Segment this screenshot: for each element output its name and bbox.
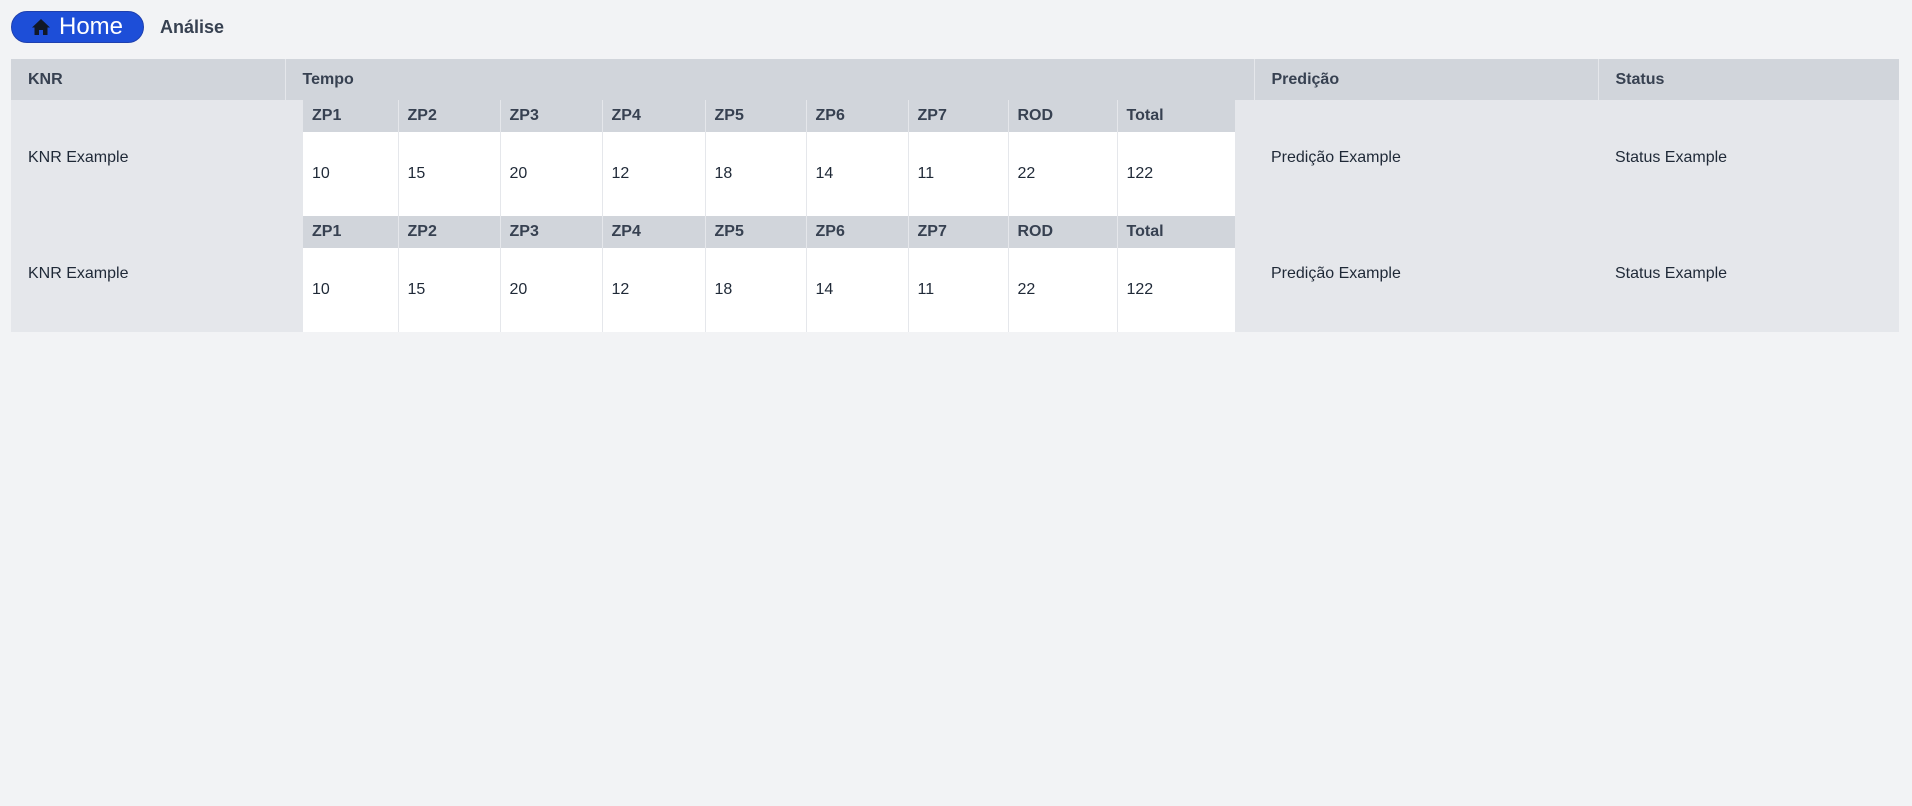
tempo-value: 10 <box>303 132 399 216</box>
status-cell: Status Example <box>1615 149 1728 166</box>
tempo-header: ZP4 <box>602 216 706 248</box>
predicao-cell: Predição Example <box>1271 265 1401 282</box>
predicao-cell: Predição Example <box>1271 149 1401 166</box>
tempo-header: ZP1 <box>303 100 399 132</box>
knr-cell: KNR Example <box>28 265 129 282</box>
tempo-header: ZP3 <box>500 100 603 132</box>
tempo-header-row: ZP1 ZP2 ZP3 ZP4 ZP5 ZP6 ZP7 ROD Total <box>303 100 1235 132</box>
table-row[interactable]: KNR Example ZP1 ZP2 ZP3 ZP4 ZP5 ZP6 ZP7 … <box>11 216 1899 332</box>
tempo-cell: ZP1 ZP2 ZP3 ZP4 ZP5 ZP6 ZP7 ROD Total 10… <box>285 100 1254 216</box>
tempo-header: ZP2 <box>398 216 501 248</box>
tempo-value: 12 <box>602 248 706 332</box>
tempo-header: ZP6 <box>806 216 909 248</box>
tempo-header: ZP4 <box>602 100 706 132</box>
header-predicao[interactable]: Predição <box>1254 59 1599 100</box>
tempo-header: ZP5 <box>705 216 807 248</box>
home-label: Home <box>59 13 124 40</box>
tempo-value: 22 <box>1008 132 1118 216</box>
tempo-value: 22 <box>1008 248 1118 332</box>
home-icon <box>32 19 50 35</box>
tempo-header: ROD <box>1008 216 1118 248</box>
top-nav: Home Análise <box>11 11 224 43</box>
status-cell: Status Example <box>1615 265 1728 282</box>
tempo-value-row: 10 15 20 12 18 14 11 22 122 <box>303 248 1236 332</box>
tempo-value: 122 <box>1117 132 1236 216</box>
tempo-table: ZP1 ZP2 ZP3 ZP4 ZP5 ZP6 ZP7 ROD Total 10… <box>303 100 1236 216</box>
table-row[interactable]: KNR Example ZP1 ZP2 ZP3 ZP4 ZP5 ZP6 ZP7 … <box>11 100 1899 216</box>
tempo-header: ZP2 <box>398 100 501 132</box>
tempo-value: 18 <box>705 132 807 216</box>
tempo-value: 11 <box>908 132 1009 216</box>
tempo-value: 14 <box>806 248 909 332</box>
tempo-value: 14 <box>806 132 909 216</box>
tempo-header: ZP5 <box>705 100 807 132</box>
home-button[interactable]: Home <box>11 11 145 43</box>
breadcrumb-analise[interactable]: Análise <box>160 17 224 38</box>
header-knr[interactable]: KNR <box>11 59 286 100</box>
tempo-value: 122 <box>1117 248 1236 332</box>
header-row: KNR Tempo Predição Status <box>11 59 1899 100</box>
tempo-header: ZP1 <box>303 216 399 248</box>
tempo-value: 20 <box>500 248 603 332</box>
header-tempo[interactable]: Tempo <box>285 59 1255 100</box>
knr-cell: KNR Example <box>28 149 129 166</box>
tempo-header: ZP6 <box>806 100 909 132</box>
tempo-cell: ZP1 ZP2 ZP3 ZP4 ZP5 ZP6 ZP7 ROD Total 10… <box>285 216 1254 332</box>
header-status[interactable]: Status <box>1598 59 1899 100</box>
tempo-header: ROD <box>1008 100 1118 132</box>
tempo-value: 20 <box>500 132 603 216</box>
analysis-table: KNR Tempo Predição Status KNR Example ZP… <box>11 59 1899 332</box>
tempo-header: Total <box>1117 100 1235 132</box>
tempo-value: 10 <box>303 248 399 332</box>
tempo-value: 12 <box>602 132 706 216</box>
tempo-value: 15 <box>398 132 501 216</box>
tempo-header: Total <box>1117 216 1235 248</box>
tempo-value-row: 10 15 20 12 18 14 11 22 122 <box>303 132 1236 216</box>
tempo-header: ZP3 <box>500 216 603 248</box>
tempo-value: 11 <box>908 248 1009 332</box>
tempo-header: ZP7 <box>908 216 1009 248</box>
tempo-header: ZP7 <box>908 100 1009 132</box>
tempo-header-row: ZP1 ZP2 ZP3 ZP4 ZP5 ZP6 ZP7 ROD Total <box>303 216 1235 248</box>
tempo-value: 18 <box>705 248 807 332</box>
tempo-table: ZP1 ZP2 ZP3 ZP4 ZP5 ZP6 ZP7 ROD Total 10… <box>303 216 1236 332</box>
tempo-value: 15 <box>398 248 501 332</box>
